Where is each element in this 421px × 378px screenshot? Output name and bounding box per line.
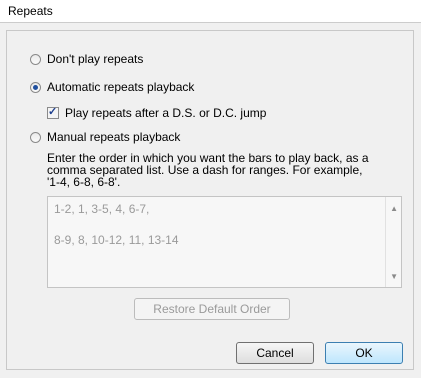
title-bar: Repeats [0,0,421,23]
checkbox-after-jump-label: Play repeats after a D.S. or D.C. jump [65,106,267,120]
repeat-order-textarea[interactable]: 1-2, 1, 3-5, 4, 6-7, 8-9, 8, 10-12, 11, … [47,196,402,288]
restore-default-order-button[interactable]: Restore Default Order [134,298,290,320]
radio-manual[interactable]: Manual repeats playback [30,130,180,144]
cancel-button[interactable]: Cancel [236,342,314,364]
radio-dont-play-label: Don't play repeats [47,52,144,66]
scroll-down-arrow-icon[interactable]: ▼ [390,271,398,283]
radio-automatic-label: Automatic repeats playback [47,80,195,94]
radio-manual-label: Manual repeats playback [47,130,181,144]
order-line-1: 1-2, 1, 3-5, 4, 6-7, [54,202,150,216]
ok-button[interactable]: OK [325,342,403,364]
radio-button-icon[interactable] [30,131,41,143]
order-line-2: 8-9, 8, 10-12, 11, 13-14 [54,233,179,247]
scroll-up-arrow-icon[interactable]: ▲ [390,203,398,215]
radio-button-selected-icon[interactable] [30,81,41,93]
manual-description: Enter the order in which you want the ba… [47,151,369,189]
radio-dont-play[interactable]: Don't play repeats [30,52,143,66]
radio-automatic[interactable]: Automatic repeats playback [30,80,194,94]
radio-button-icon[interactable] [30,53,41,65]
checkbox-after-jump[interactable]: Play repeats after a D.S. or D.C. jump [47,105,267,120]
vertical-scrollbar[interactable]: ▲ ▼ [385,197,401,287]
checkbox-checked-icon[interactable] [47,105,59,119]
window-title: Repeats [8,4,53,18]
